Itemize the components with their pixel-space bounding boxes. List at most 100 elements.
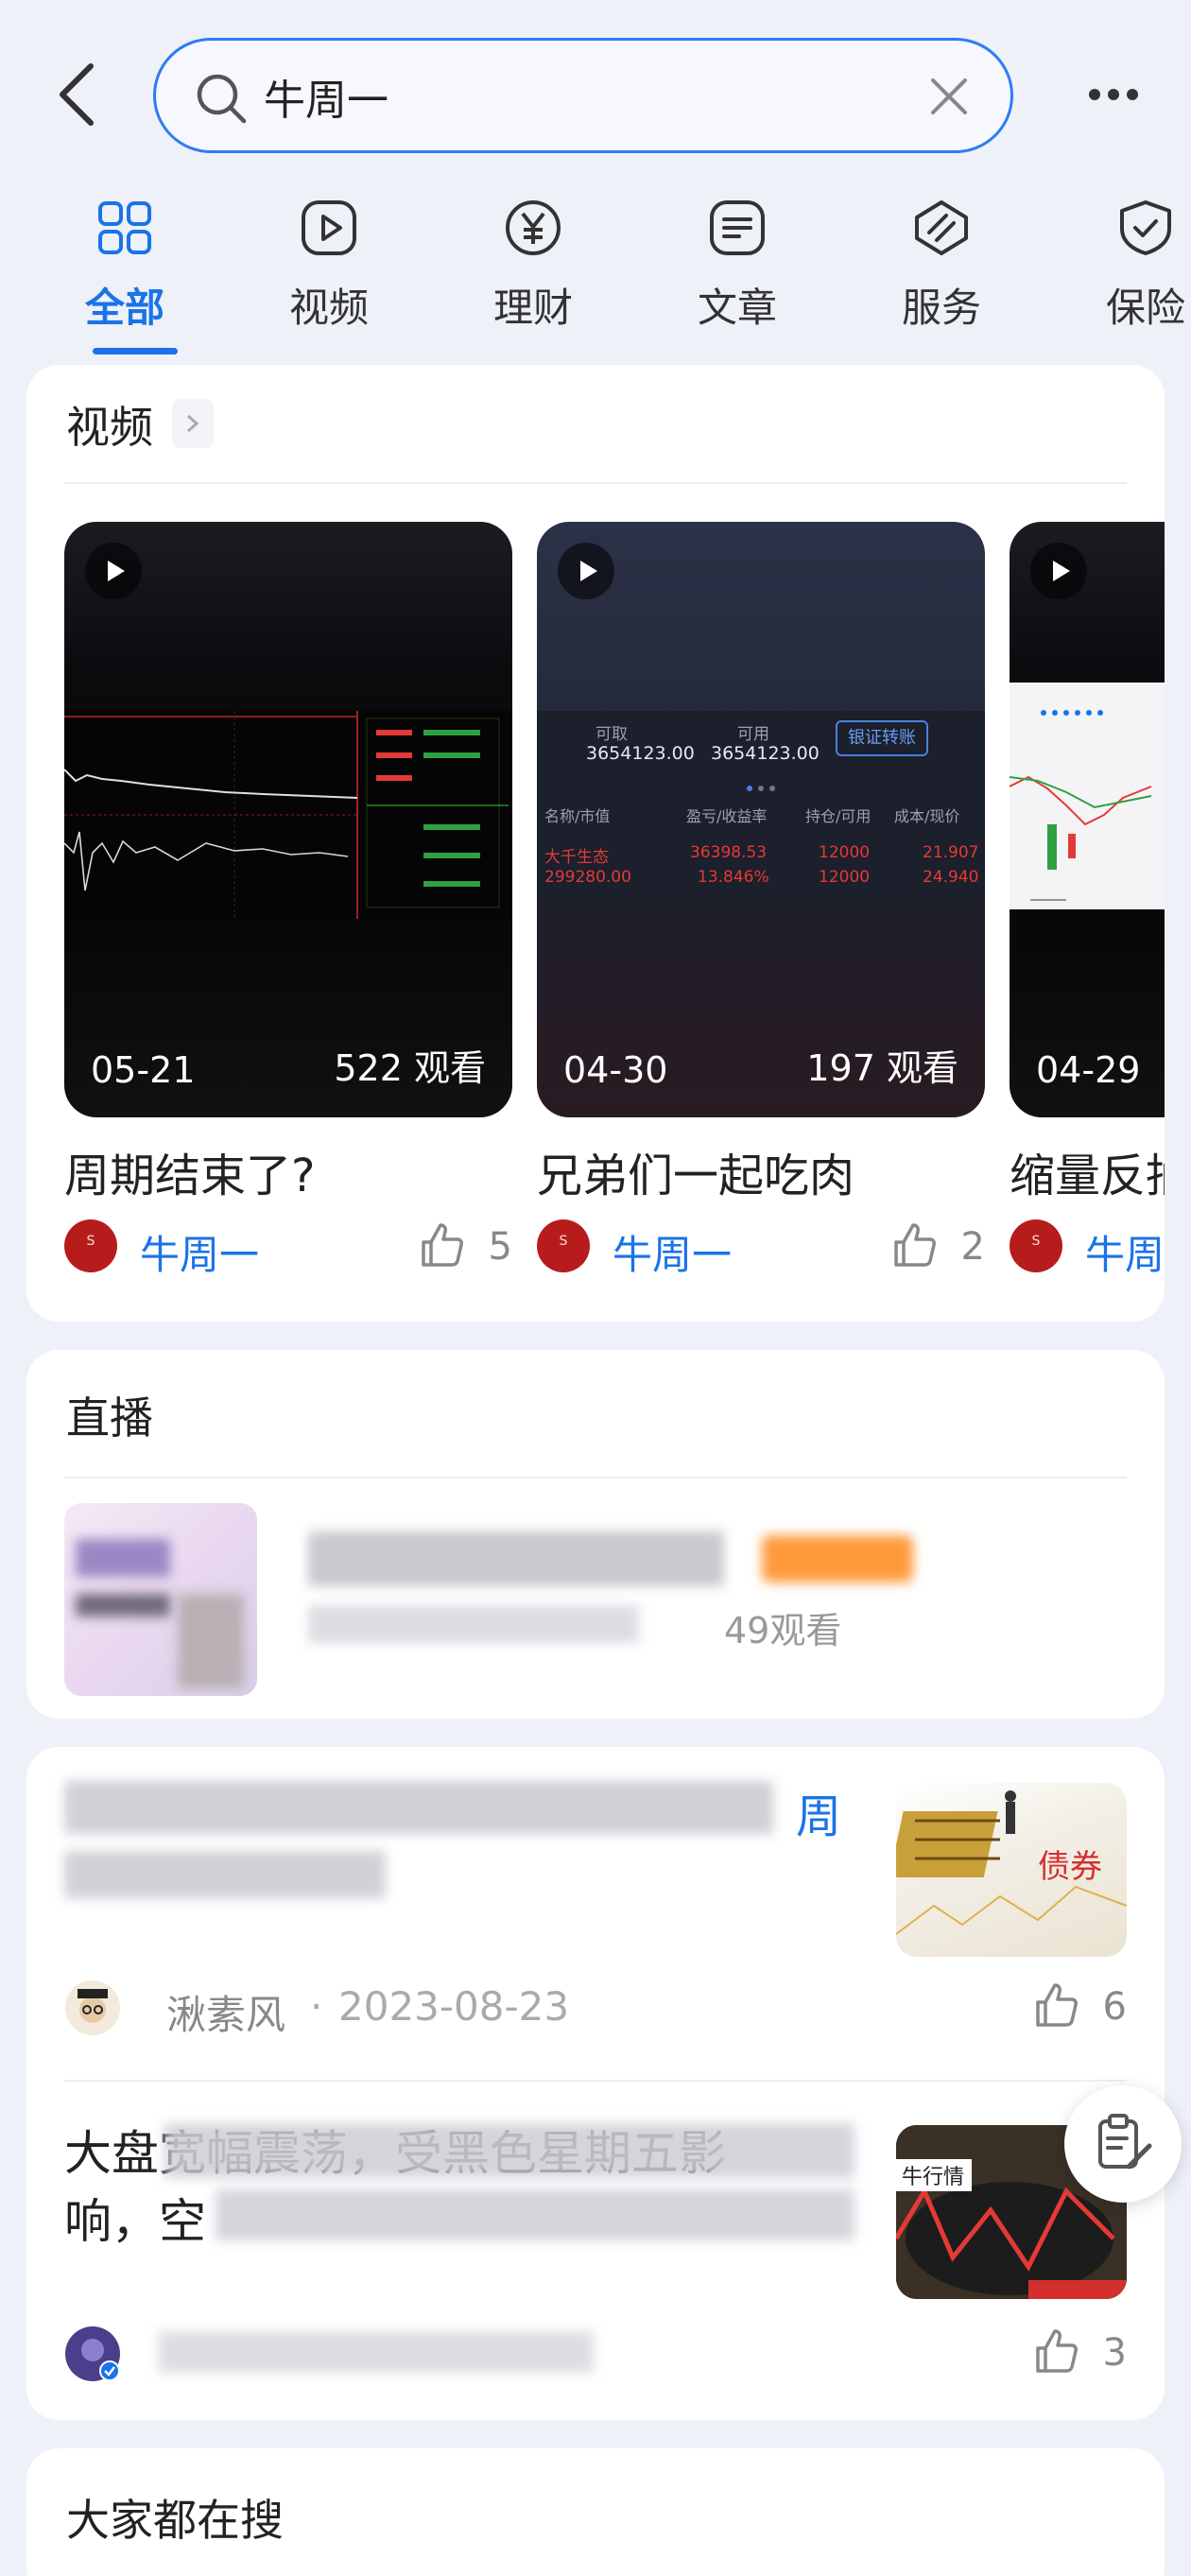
header-cell: 成本/现价 — [894, 807, 960, 825]
table-cell: 12000 — [819, 843, 871, 862]
live-section: 直播 49观看 — [26, 1350, 1165, 1719]
redacted-author — [159, 2331, 594, 2373]
floating-clipboard-button[interactable] — [1064, 2085, 1182, 2203]
search-box[interactable] — [153, 38, 1013, 153]
video-date: 05-21 — [91, 1049, 196, 1091]
thumbs-up-icon — [422, 1223, 463, 1267]
search-input[interactable] — [264, 63, 869, 130]
avatar[interactable] — [64, 1980, 121, 2036]
redacted-title-line2 — [64, 1851, 386, 1898]
video-title[interactable]: 缩量反抽 — [1010, 1138, 1165, 1204]
video-list: 05-21 522 观看 周期结束了? 牛周一 5 可取 — [64, 522, 1165, 1297]
redacted-title — [164, 2123, 854, 2178]
live-info[interactable]: 49观看 — [280, 1522, 960, 1673]
article-item[interactable]: 大盘宽幅震荡，受黑色星期五影 响，空 牛行情 — [26, 2083, 1165, 2420]
thumbs-up-icon — [894, 1223, 936, 1267]
like-count: 5 — [488, 1225, 512, 1269]
live-badge — [762, 1535, 913, 1582]
section-title: 直播 — [66, 1392, 153, 1444]
video-section: 视频 05-21 522 观看 周期结束了? S 牛周一 5 可取 365412… — [26, 365, 1165, 1322]
category-tabs: 全部 视频 理财 文章 服务 保险 — [0, 189, 1191, 359]
article-item[interactable]: 周 债券 湫素风 · 2023-08-23 6 — [26, 1747, 1165, 2082]
article-image-label: 牛行情 — [902, 2166, 964, 2189]
avatar — [64, 1219, 117, 1272]
more-icon[interactable] — [1087, 78, 1140, 112]
like-count: 3 — [1102, 2331, 1127, 2375]
play-icon — [302, 200, 356, 255]
article-section: 周 债券 湫素风 · 2023-08-23 6 响，空 牛行情 3 — [26, 1747, 1165, 2420]
clipboard-edit-icon — [1098, 2114, 1152, 2170]
search-icon — [197, 74, 247, 124]
transfer-button: 银证转账 — [836, 720, 928, 756]
tab-all[interactable]: 全部 — [59, 199, 191, 354]
author-name[interactable]: 牛周一 — [1085, 1223, 1165, 1281]
video-date: 04-29 — [1036, 1049, 1141, 1091]
redacted-title — [308, 1531, 724, 1586]
tab-label: 文章 — [697, 285, 777, 331]
tab-article[interactable]: 文章 — [671, 199, 803, 350]
tab-label: 视频 — [288, 285, 369, 331]
tab-finance[interactable]: 理财 — [467, 199, 599, 350]
yen-icon — [506, 200, 561, 255]
author-name[interactable]: 牛周一 — [613, 1223, 732, 1281]
video-thumbnail[interactable]: 可取 3654123.00 可用 3654123.00 银证转账 名称/市值 盈… — [537, 522, 985, 1117]
table-cell: 299280.00 — [544, 868, 631, 887]
video-title[interactable]: 周期结束了? — [64, 1138, 315, 1204]
article-image: 债券 — [896, 1783, 1127, 1957]
video-thumbnail[interactable]: 05-21 522 观看 — [64, 522, 512, 1117]
position-table-header: 名称/市值 盈亏/收益率 持仓/可用 成本/现价 — [544, 804, 977, 826]
article-icon — [710, 200, 765, 255]
clear-icon[interactable] — [925, 73, 973, 120]
active-tab-indicator — [93, 348, 178, 354]
thumbs-up-icon — [1036, 1983, 1078, 2027]
video-author[interactable]: 牛周一 2 — [537, 1219, 985, 1278]
video-author[interactable]: 牛周一 5 — [64, 1219, 512, 1278]
chevron-right-icon[interactable] — [172, 399, 214, 448]
avatar — [537, 1219, 590, 1272]
like-count: 6 — [1102, 1985, 1127, 2029]
header-cell: 盈亏/收益率 — [686, 807, 768, 825]
live-views: 49观看 — [724, 1610, 842, 1651]
table-cell: 36398.53 — [690, 843, 768, 862]
popular-search-section: 大家都在搜 — [26, 2448, 1165, 2576]
tab-label: 保险 — [1105, 285, 1185, 331]
back-icon[interactable] — [53, 61, 102, 129]
header-cell: 名称/市值 — [544, 807, 611, 825]
video-title[interactable]: 兄弟们一起吃肉 — [537, 1138, 854, 1204]
service-icon — [915, 200, 968, 255]
play-icon — [85, 543, 142, 599]
available-value: 3654123.00 — [586, 743, 695, 764]
play-icon — [1030, 543, 1087, 599]
section-divider — [64, 482, 1127, 484]
author-name[interactable]: 湫素风 — [166, 1983, 285, 2041]
grid-icon — [98, 201, 151, 254]
avatar[interactable] — [64, 2325, 121, 2382]
top-bar — [0, 0, 1191, 189]
tab-insurance[interactable]: 保险 — [1079, 199, 1191, 350]
article-meta: 湫素风 · 2023-08-23 6 — [64, 1980, 1127, 2038]
table-cell: 12000 — [819, 868, 871, 887]
account-overlay: 可取 3654123.00 可用 3654123.00 银证转账 名称/市值 盈… — [537, 711, 985, 900]
usable-label: 可用 — [737, 725, 769, 744]
table-cell: 大千生态 — [544, 848, 609, 867]
table-cell: 24.940 — [923, 868, 979, 887]
article-title-fragment: 周 — [796, 1790, 842, 1843]
shield-icon — [1120, 200, 1171, 255]
table-cell: 13.846% — [698, 868, 769, 887]
tab-service[interactable]: 服务 — [875, 199, 1008, 350]
video-date: 04-30 — [563, 1049, 668, 1091]
redacted-subtitle — [308, 1605, 639, 1643]
redacted-title-line2 — [216, 2189, 854, 2240]
article-title-line2: 响，空 — [64, 2194, 206, 2249]
article-image-label: 债券 — [1038, 1848, 1102, 1886]
live-thumbnail[interactable] — [64, 1503, 257, 1696]
avatar — [1010, 1219, 1062, 1272]
header-cell: 持仓/可用 — [805, 807, 872, 825]
video-author[interactable]: 牛周一 — [1010, 1219, 1165, 1278]
tab-video[interactable]: 视频 — [263, 199, 395, 350]
tab-label: 理财 — [492, 285, 573, 331]
video-thumbnail[interactable]: 04-29 — [1010, 522, 1165, 1117]
like-count: 2 — [960, 1225, 985, 1269]
section-title: 视频 — [66, 402, 153, 453]
author-name[interactable]: 牛周一 — [140, 1223, 259, 1281]
